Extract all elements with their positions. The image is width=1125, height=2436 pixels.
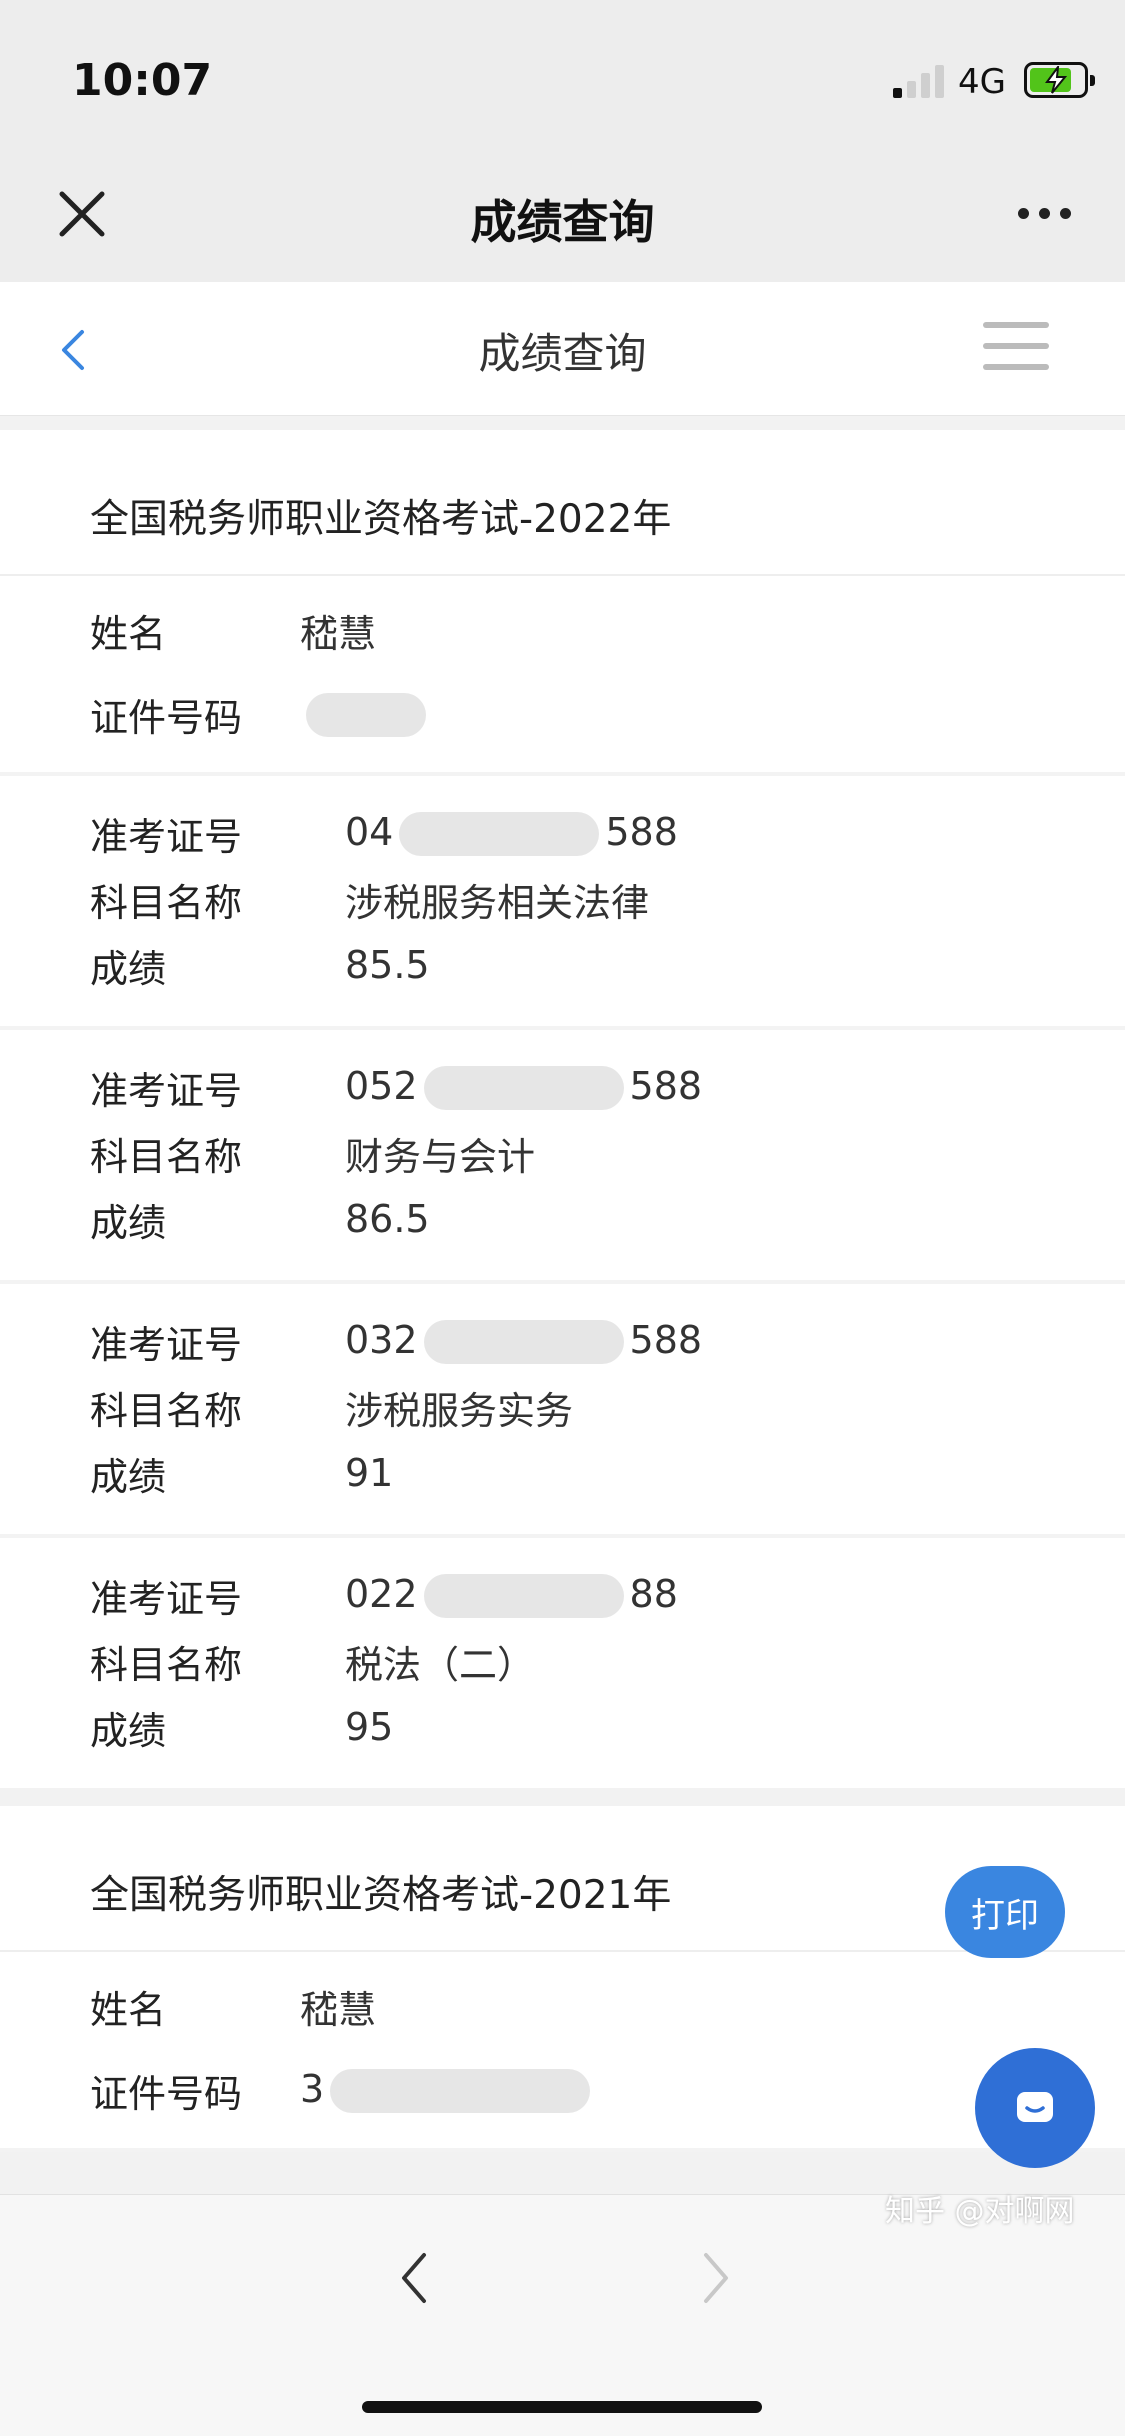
status-bar: 10:07 4G <box>0 0 1125 150</box>
score-value: 85.5 <box>345 943 430 987</box>
subject-row: 科目名称 财务与会计 <box>0 1120 1125 1186</box>
subject-block: 准考证号 022 88 科目名称 税法（二） 成绩 95 <box>0 1538 1125 1788</box>
subject-block: 准考证号 04 588 科目名称 涉税服务相关法律 成绩 85.5 <box>0 776 1125 1030</box>
id-row: 证件号码 3 <box>0 2048 1125 2132</box>
name-row: 姓名 嵇慧 <box>0 588 1125 672</box>
score-row: 成绩 85.5 <box>0 932 1125 998</box>
id-label: 证件号码 <box>90 695 243 740</box>
battery-icon <box>1024 62 1095 98</box>
masked-area <box>399 812 600 857</box>
chat-icon <box>1017 2092 1053 2122</box>
more-dot-icon <box>1018 208 1029 219</box>
score-label: 成绩 <box>90 946 167 991</box>
ticket-label: 准考证号 <box>90 1322 243 1367</box>
score-value: 86.5 <box>345 1197 430 1241</box>
subject-label: 科目名称 <box>90 1134 243 1179</box>
masked-area <box>423 1574 624 1619</box>
candidate-info: 姓名 嵇慧 证件号码 <box>0 576 1125 776</box>
exam-card-2021: 全国税务师职业资格考试-2021年 姓名 嵇慧 证件号码 3 <box>0 1806 1125 2152</box>
wechat-title-bar: 成绩查询 <box>0 150 1125 282</box>
score-label: 成绩 <box>90 1200 167 1245</box>
masked-area <box>330 2069 591 2114</box>
exam-title: 全国税务师职业资格考试-2022年 <box>0 430 1125 576</box>
name-label: 姓名 <box>90 1987 167 2032</box>
nav-forward-button[interactable] <box>690 2243 740 2313</box>
ticket-row: 准考证号 032 588 <box>0 1308 1125 1374</box>
subject-value: 财务与会计 <box>345 1134 536 1179</box>
ticket-label: 准考证号 <box>90 1068 243 1113</box>
nav-back-button[interactable] <box>390 2243 440 2313</box>
id-value: 3 <box>300 2067 596 2114</box>
score-row: 成绩 95 <box>0 1694 1125 1760</box>
ticket-row: 准考证号 04 588 <box>0 800 1125 866</box>
wechat-title: 成绩查询 <box>470 195 655 249</box>
subject-row: 科目名称 涉税服务实务 <box>0 1374 1125 1440</box>
subject-value: 涉税服务实务 <box>345 1388 574 1433</box>
score-row: 成绩 86.5 <box>0 1186 1125 1252</box>
id-row: 证件号码 <box>0 672 1125 756</box>
ticket-value: 04 588 <box>345 810 678 857</box>
name-label: 姓名 <box>90 611 167 656</box>
subject-block: 准考证号 032 588 科目名称 涉税服务实务 成绩 91 <box>0 1284 1125 1538</box>
subject-value: 涉税服务相关法律 <box>345 880 650 925</box>
signal-icon <box>893 64 945 98</box>
candidate-info: 姓名 嵇慧 证件号码 3 <box>0 1952 1125 2152</box>
subject-block: 准考证号 052 588 科目名称 财务与会计 成绩 86.5 <box>0 1030 1125 1284</box>
id-label: 证件号码 <box>90 2071 243 2116</box>
more-options-button[interactable] <box>1010 202 1080 226</box>
status-time: 10:07 <box>72 55 213 106</box>
hamburger-icon <box>983 322 1049 328</box>
network-label: 4G <box>958 62 1006 102</box>
score-row: 成绩 91 <box>0 1440 1125 1506</box>
print-button[interactable]: 打印 <box>945 1866 1065 1958</box>
chevron-right-icon <box>704 2253 728 2303</box>
score-label: 成绩 <box>90 1454 167 1499</box>
ticket-label: 准考证号 <box>90 1576 243 1621</box>
score-value: 95 <box>345 1705 394 1749</box>
name-value: 嵇慧 <box>300 611 377 656</box>
exam-card-2022: 全国税务师职业资格考试-2022年 姓名 嵇慧 证件号码 准考证号 04 588 … <box>0 430 1125 1788</box>
subject-label: 科目名称 <box>90 1642 243 1687</box>
ticket-value: 032 588 <box>345 1318 702 1365</box>
watermark: 知乎 @对啊网 <box>885 2194 1075 2229</box>
subject-row: 科目名称 税法（二） <box>0 1628 1125 1694</box>
score-value: 91 <box>345 1451 394 1495</box>
id-value <box>300 691 432 738</box>
subject-label: 科目名称 <box>90 1388 243 1433</box>
chevron-left-icon <box>402 2253 426 2303</box>
ticket-label: 准考证号 <box>90 814 243 859</box>
ticket-row: 准考证号 052 588 <box>0 1054 1125 1120</box>
ticket-value: 052 588 <box>345 1064 702 1111</box>
menu-button[interactable] <box>983 322 1049 372</box>
subject-label: 科目名称 <box>90 880 243 925</box>
masked-area <box>423 1320 624 1365</box>
page-title: 成绩查询 <box>478 329 647 378</box>
subject-value: 税法（二） <box>345 1642 536 1687</box>
ticket-row: 准考证号 022 88 <box>0 1562 1125 1628</box>
masked-area <box>306 693 426 738</box>
masked-area <box>423 1066 624 1111</box>
chat-button[interactable] <box>975 2048 1095 2168</box>
name-row: 姓名 嵇慧 <box>0 1964 1125 2048</box>
page-header: 成绩查询 <box>0 282 1125 416</box>
score-label: 成绩 <box>90 1708 167 1753</box>
bottom-nav-bar <box>0 2194 1125 2436</box>
home-indicator[interactable] <box>362 2401 762 2413</box>
name-value: 嵇慧 <box>300 1987 377 2032</box>
subject-row: 科目名称 涉税服务相关法律 <box>0 866 1125 932</box>
ticket-value: 022 88 <box>345 1572 678 1619</box>
